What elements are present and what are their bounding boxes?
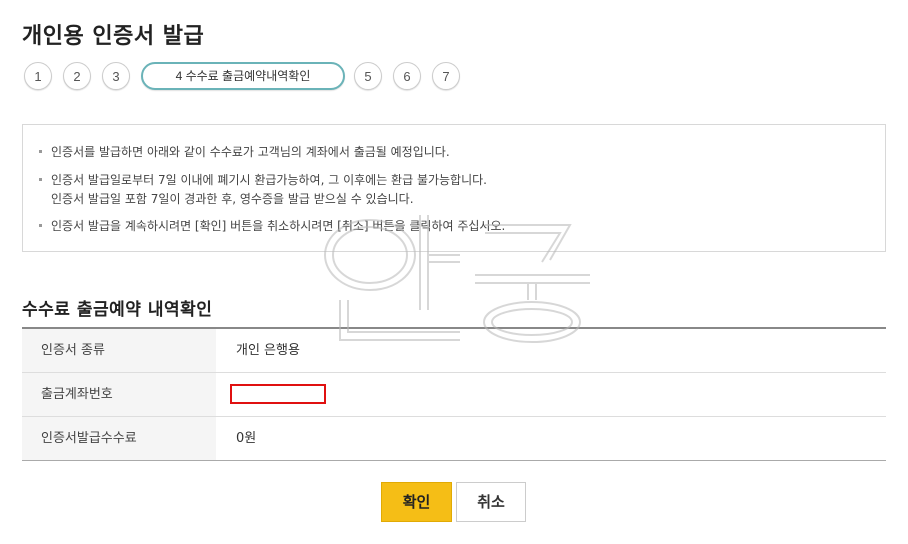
notice-item: 인증서를 발급하면 아래와 같이 수수료가 고객님의 계좌에서 출금될 예정입니… (39, 143, 450, 162)
row-label: 출금계좌번호 (22, 373, 216, 416)
row-label: 인증서 종류 (22, 329, 216, 372)
redaction-box (230, 384, 326, 404)
notice-item: 인증서 발급일 포함 7일이 경과한 후, 영수증을 발급 받으실 수 있습니다… (39, 190, 414, 209)
notice-text: 인증서 발급을 계속하시려면 [확인] 버튼을 취소하시려면 [취소] 버튼을 … (51, 219, 506, 233)
confirm-button[interactable]: 확인 (381, 482, 452, 522)
notice-text: 인증서 발급일 포함 7일이 경과한 후, 영수증을 발급 받으실 수 있습니다… (51, 192, 414, 206)
notice-box: 인증서를 발급하면 아래와 같이 수수료가 고객님의 계좌에서 출금될 예정입니… (22, 124, 886, 252)
notice-item: 인증서 발급일로부터 7일 이내에 폐기시 환급가능하여, 그 이후에는 환급 … (39, 171, 487, 190)
bullet-icon (39, 150, 42, 153)
step-1: 1 (24, 62, 52, 90)
cancel-button[interactable]: 취소 (456, 482, 526, 522)
step-7: 7 (432, 62, 460, 90)
page-title: 개인용 인증서 발급 (22, 24, 205, 49)
step-3: 3 (102, 62, 130, 90)
notice-text: 인증서 발급일로부터 7일 이내에 폐기시 환급가능하여, 그 이후에는 환급 … (51, 173, 487, 187)
notice-item: 인증서 발급을 계속하시려면 [확인] 버튼을 취소하시려면 [취소] 버튼을 … (39, 217, 505, 236)
table-row: 인증서 종류 개인 은행용 (22, 329, 886, 373)
step-5: 5 (354, 62, 382, 90)
row-value: 0원 (236, 431, 257, 446)
section-title: 수수료 출금예약 내역확인 (22, 300, 213, 320)
table-row: 출금계좌번호 (22, 373, 886, 417)
step-2: 2 (63, 62, 91, 90)
row-value: 개인 은행용 (236, 343, 300, 358)
bullet-icon (39, 224, 42, 227)
notice-text: 인증서를 발급하면 아래와 같이 수수료가 고객님의 계좌에서 출금될 예정입니… (51, 145, 450, 159)
table-row: 인증서발급수수료 0원 (22, 417, 886, 461)
step-4-current: 4 수수료 출금예약내역확인 (141, 62, 345, 90)
row-label: 인증서발급수수료 (22, 417, 216, 460)
bullet-icon (39, 178, 42, 181)
fee-table: 인증서 종류 개인 은행용 출금계좌번호 인증서발급수수료 0원 (22, 327, 886, 461)
step-6: 6 (393, 62, 421, 90)
